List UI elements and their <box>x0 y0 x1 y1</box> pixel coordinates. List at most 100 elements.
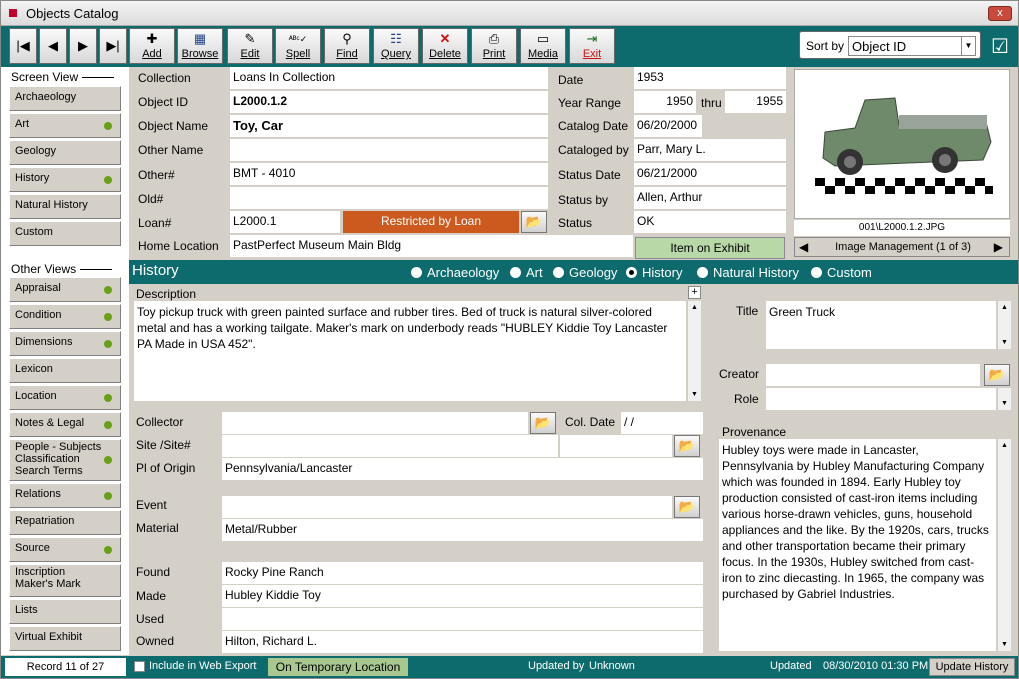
sidebar-item-lists[interactable]: Lists <box>9 599 121 624</box>
title-field[interactable]: Green Truck <box>766 301 996 349</box>
close-button[interactable]: x <box>988 6 1012 21</box>
status-field[interactable]: OK <box>634 211 786 233</box>
radio-art[interactable]: Art <box>510 265 543 280</box>
sidebar-item-location[interactable]: Location <box>9 385 121 410</box>
spell-button[interactable]: ᴬᴮᶜ✓ Spell <box>275 28 321 64</box>
collector-field[interactable] <box>222 412 528 434</box>
prev-record-button[interactable]: ◀ <box>39 28 67 64</box>
find-button[interactable]: ⚲ Find <box>324 28 370 64</box>
col-date-field[interactable]: / / <box>621 412 703 434</box>
year-to-field[interactable]: 1955 <box>725 91 786 113</box>
sidebar-item-label: History <box>15 172 50 184</box>
sidebar-item-relations[interactable]: Relations <box>9 483 121 508</box>
site-number-field[interactable] <box>560 435 672 457</box>
next-image-icon[interactable]: ▶ <box>994 240 1003 254</box>
browse-button[interactable]: ▦ Browse <box>177 28 223 64</box>
sidebar-item-appraisal[interactable]: Appraisal <box>9 277 121 302</box>
clipboard-check-icon[interactable]: ☑ <box>991 34 1009 59</box>
sidebar-item-archaeology[interactable]: Archaeology <box>9 86 121 111</box>
owned-field[interactable]: Hilton, Richard L. <box>222 631 703 653</box>
found-field[interactable]: Rocky Pine Ranch <box>222 562 703 584</box>
radio-custom[interactable]: Custom <box>811 265 872 280</box>
cataloged-by-field[interactable]: Parr, Mary L. <box>634 139 786 161</box>
home-location-field[interactable]: PastPerfect Museum Main Bldg <box>230 235 633 257</box>
radio-geology[interactable]: Geology <box>553 265 617 280</box>
radio-natural-history[interactable]: Natural History <box>697 265 799 280</box>
collection-field[interactable]: Loans In Collection <box>230 67 548 89</box>
collector-folder-button[interactable]: 📂 <box>530 412 556 434</box>
loan-number-field[interactable]: L2000.1 <box>230 211 340 233</box>
old-number-field[interactable] <box>230 187 548 209</box>
object-name-field[interactable]: Toy, Car <box>230 115 548 137</box>
sidebar-item-history[interactable]: History <box>9 167 121 192</box>
status-dot-icon <box>104 546 112 554</box>
site-field[interactable] <box>222 435 558 457</box>
provenance-scrollbar[interactable]: ▲ ▼ <box>997 439 1011 651</box>
date-field[interactable]: 1953 <box>634 67 786 89</box>
media-button[interactable]: ▭ Media <box>520 28 566 64</box>
sidebar-item-virtual-exhibit[interactable]: Virtual Exhibit <box>9 626 121 651</box>
used-field[interactable] <box>222 608 703 630</box>
year-from-field[interactable]: 1950 <box>634 91 696 113</box>
sidebar-item-inscription[interactable]: Inscription Maker's Mark <box>9 564 121 597</box>
update-history-button[interactable]: Update History <box>929 658 1015 676</box>
loan-folder-button[interactable]: 📂 <box>521 211 547 233</box>
description-scrollbar[interactable]: ▲ ▼ <box>687 301 701 401</box>
radio-history[interactable]: History <box>626 265 682 280</box>
radio-archaeology[interactable]: Archaeology <box>411 265 499 280</box>
creator-folder-button[interactable]: 📂 <box>984 364 1010 386</box>
first-record-button[interactable]: |◀ <box>9 28 37 64</box>
description-field[interactable]: Toy pickup truck with green painted surf… <box>134 301 686 401</box>
material-field[interactable]: Metal/Rubber <box>222 519 703 541</box>
site-folder-button[interactable]: 📂 <box>674 435 700 457</box>
status-dot-icon <box>104 122 112 130</box>
object-id-field[interactable]: L2000.1.2 <box>230 91 548 113</box>
web-export-checkbox[interactable] <box>134 661 145 672</box>
role-field[interactable] <box>766 388 996 410</box>
made-field[interactable]: Hubley Kiddie Toy <box>222 585 703 607</box>
sidebar-item-art[interactable]: Art <box>9 113 121 138</box>
exit-button[interactable]: ⇥ Exit <box>569 28 615 64</box>
other-number-field[interactable]: BMT - 4010 <box>230 163 548 185</box>
sidebar-item-people-subjects[interactable]: People - Subjects Classification Search … <box>9 439 121 481</box>
delete-button[interactable]: ✕ Delete <box>422 28 468 64</box>
expand-plus-icon[interactable]: + <box>688 286 701 299</box>
add-button[interactable]: ✚ Add <box>129 28 175 64</box>
sidebar-item-label: Source <box>15 542 50 554</box>
sidebar-item-notes-legal[interactable]: Notes & Legal <box>9 412 121 437</box>
sidebar-item-repatriation[interactable]: Repatriation <box>9 510 121 535</box>
creator-field[interactable] <box>766 364 980 386</box>
sidebar-item-lexicon[interactable]: Lexicon <box>9 358 121 383</box>
place-of-origin-field[interactable]: Pennsylvania/Lancaster <box>222 458 703 480</box>
edit-button[interactable]: ✎ Edit <box>227 28 273 64</box>
sidebar-item-dimensions[interactable]: Dimensions <box>9 331 121 356</box>
last-record-button[interactable]: ▶| <box>99 28 127 64</box>
sidebar-item-custom[interactable]: Custom <box>9 221 121 246</box>
delete-icon: ✕ <box>439 31 451 46</box>
item-on-exhibit-button[interactable]: Item on Exhibit <box>635 237 785 259</box>
prev-image-icon[interactable]: ◀ <box>799 240 808 254</box>
section-title: History <box>132 262 179 279</box>
event-field[interactable] <box>222 496 672 518</box>
status-by-field[interactable]: Allen, Arthur <box>634 187 786 209</box>
provenance-field[interactable]: Hubley toys were made in Lancaster, Penn… <box>719 439 996 651</box>
collection-label: Collection <box>138 71 191 85</box>
object-photo[interactable] <box>794 69 1010 219</box>
title-scrollbar[interactable]: ▲ ▼ <box>997 301 1011 349</box>
query-button[interactable]: ☷ Query <box>373 28 419 64</box>
next-record-button[interactable]: ▶ <box>69 28 97 64</box>
role-dropdown[interactable]: ▼ <box>997 388 1011 410</box>
status-date-field[interactable]: 06/21/2000 <box>634 163 786 185</box>
other-name-field[interactable] <box>230 139 548 161</box>
sidebar-item-natural-history[interactable]: Natural History <box>9 194 121 219</box>
sidebar-item-source[interactable]: Source <box>9 537 121 562</box>
chevron-down-icon[interactable]: ▼ <box>961 37 975 55</box>
sort-by-select[interactable]: Object ID ▼ <box>848 36 976 56</box>
event-folder-button[interactable]: 📂 <box>674 496 700 518</box>
sidebar-item-geology[interactable]: Geology <box>9 140 121 165</box>
image-management-button[interactable]: Image Management (1 of 3) <box>819 241 987 253</box>
catalog-date-field[interactable]: 06/20/2000 <box>634 115 702 137</box>
print-button[interactable]: ⎙ Print <box>471 28 517 64</box>
query-label: Query <box>381 48 411 60</box>
sidebar-item-condition[interactable]: Condition <box>9 304 121 329</box>
